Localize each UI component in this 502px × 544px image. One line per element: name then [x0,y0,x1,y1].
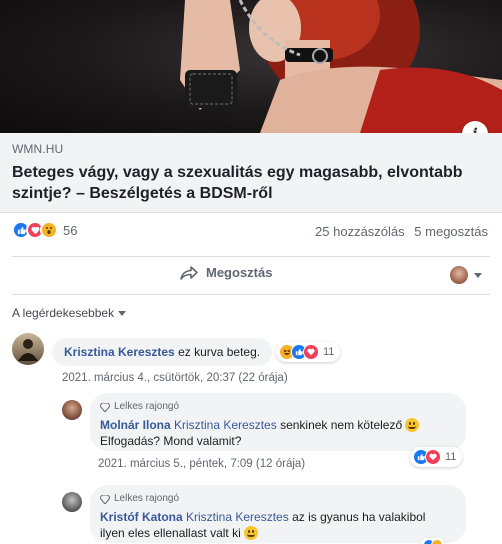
reply-text-line2: ilyen eles ellenallast valt ki [100,526,241,540]
chevron-down-icon [118,310,127,316]
reply-text: az is gyanus ha valakibol [292,510,426,524]
shares-count-link[interactable]: 5 megosztás [414,224,488,239]
avatar [450,266,468,284]
reply-timestamp[interactable]: 2021. március 5., péntek, 7:09 (12 órája… [98,458,305,470]
reply-author[interactable]: Kristóf Katona [100,510,183,524]
reply-reactions[interactable] [420,538,445,544]
article-image[interactable] [0,0,502,133]
fan-badge: Lelkes rajongó [100,491,456,507]
reply-bubble: Lelkes rajongó Molnár Ilona Krisztina Ke… [90,393,466,451]
post-as-selector[interactable] [450,266,482,284]
avatar[interactable] [12,333,44,365]
reply-bubble: Lelkes rajongó Kristóf Katona Krisztina … [90,485,466,543]
diamond-icon [100,402,110,412]
fan-badge-label: Lelkes rajongó [114,493,180,504]
divider [12,294,490,295]
fan-badge: Lelkes rajongó [100,399,456,415]
comment-text: ez kurva beteg. [178,345,261,359]
smile-emoji-icon [405,418,420,432]
article-photo [180,0,502,133]
love-reaction-icon [303,344,319,360]
reaction-summary[interactable]: 56 [12,221,77,239]
haha-reaction-icon [431,539,443,544]
comment-bubble: Krisztina Keresztes ez kurva beteg. [52,338,273,366]
chevron-down-icon [474,272,482,278]
smile-emoji-icon [244,526,259,540]
comment-reaction-count: 11 [323,346,335,358]
share-button[interactable]: Megosztás [180,265,272,280]
comment-share-counts: 25 hozzászólás 5 megosztás [315,224,488,239]
reply-reaction-count: 11 [445,451,457,463]
comment-timestamp[interactable]: 2021. március 4., csütörtök, 20:37 (22 ó… [62,372,288,384]
post-stats: 56 25 hozzászólás 5 megosztás [0,213,502,249]
diamond-icon [100,494,110,504]
love-reaction-icon [425,449,441,465]
fan-badge-label: Lelkes rajongó [114,401,180,412]
avatar[interactable] [62,492,82,512]
avatar[interactable] [62,400,82,420]
sort-label: A legérdekesebbek [12,306,115,320]
comment-reactions[interactable]: 11 [276,342,341,362]
action-bar: Megosztás [0,256,502,294]
reply-text: senkinek nem kötelező [280,418,403,432]
share-arrow-icon [180,265,198,280]
reply-reactions[interactable]: 11 [410,447,463,467]
share-label: Megosztás [206,265,273,280]
mention-tag[interactable]: Krisztina Keresztes [186,510,289,524]
comment-sort-dropdown[interactable]: A legérdekesebbek [12,306,127,320]
reply-author[interactable]: Molnár Ilona [100,418,171,432]
wow-reaction-icon [40,221,58,239]
comments-count-link[interactable]: 25 hozzászólás [315,224,405,239]
reply-text-line2: Elfogadás? Mond valamit? [100,434,242,448]
link-domain: WMN.HU [12,142,64,156]
reaction-count: 56 [63,222,78,238]
link-preview[interactable]: WMN.HU Beteges vágy, vagy a szexualitás … [0,133,502,213]
comment-author[interactable]: Krisztina Keresztes [64,345,175,359]
link-title[interactable]: Beteges vágy, vagy a szexualitás egy mag… [12,162,487,204]
mention-tag[interactable]: Krisztina Keresztes [174,418,277,432]
